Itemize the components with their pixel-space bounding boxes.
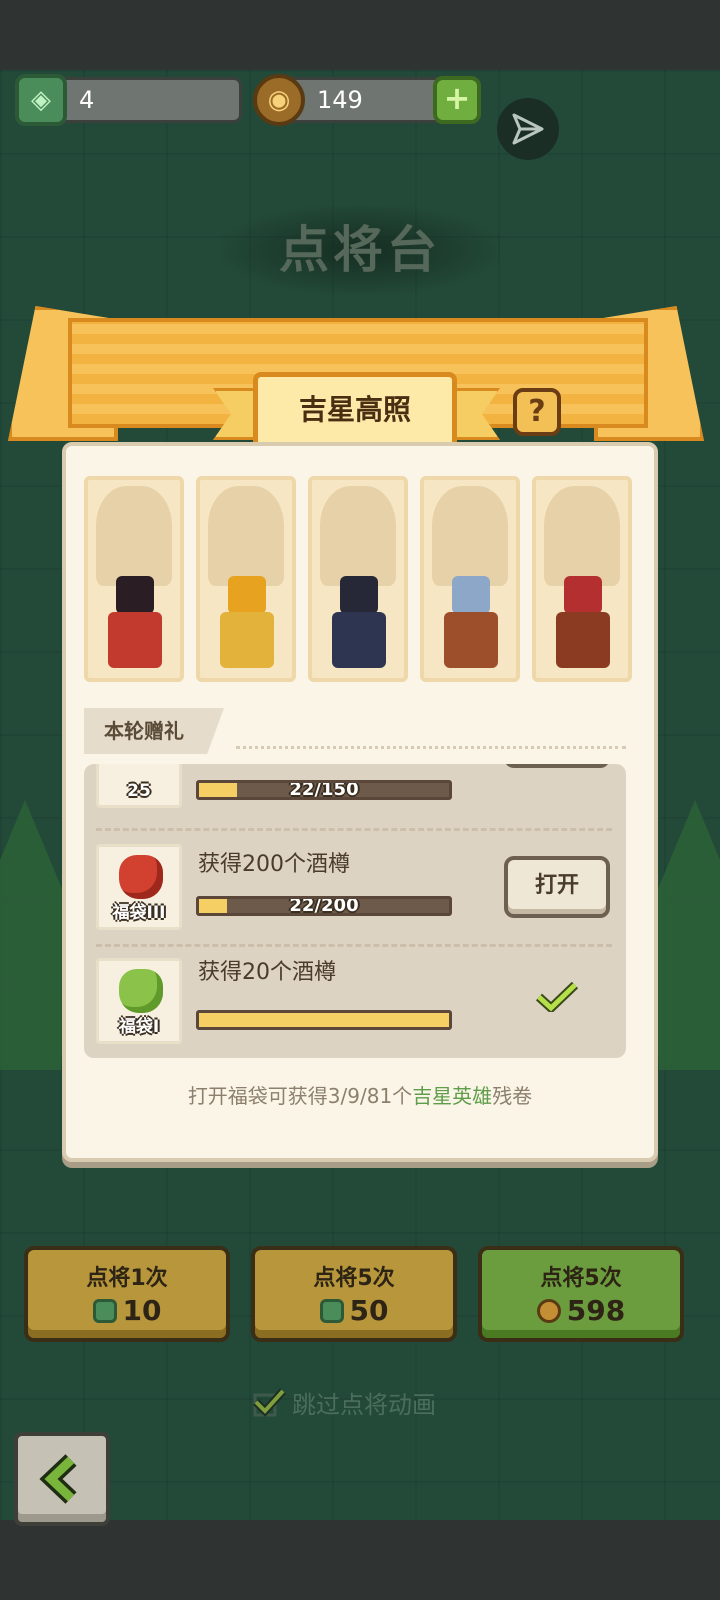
hero-sprite (214, 576, 280, 672)
hero-portrait (208, 486, 284, 586)
row-divider (96, 828, 612, 831)
hero-card-1[interactable] (84, 476, 184, 682)
hero-card-2[interactable] (196, 476, 296, 682)
gift-list[interactable]: 25 22/150 领取 福袋III 获得200个酒樽 22/200 打开 (84, 764, 626, 1058)
back-arrow-icon (39, 1454, 77, 1504)
hint-prefix: 打开福袋可获得3/9/81个 (187, 1084, 413, 1108)
hero-sprite (550, 576, 616, 672)
draw-5-coin-button[interactable]: 点将5次 598 (478, 1246, 684, 1342)
hero-sprite (102, 576, 168, 672)
draw-cost: 598 (482, 1294, 680, 1327)
green-lucky-bag-icon (119, 969, 163, 1013)
claim-button[interactable]: 领取 (504, 764, 610, 768)
cost-value: 50 (349, 1294, 389, 1327)
row-title: 获得20个酒樽 (198, 960, 336, 985)
jade-icon: ◈ (15, 74, 67, 126)
draw-label: 点将1次 (86, 1266, 168, 1291)
hero-body (108, 612, 162, 668)
progress-bar: 22/150 (196, 780, 452, 800)
hero-portrait (320, 486, 396, 586)
hero-portrait (432, 486, 508, 586)
reward-count: 25 (127, 781, 151, 801)
gift-tab: 本轮赠礼 (84, 708, 224, 754)
red-lucky-bag-icon (119, 855, 163, 899)
hint-highlight: 吉星英雄 (412, 1084, 493, 1108)
coin-icon: ◉ (253, 74, 305, 126)
hero-head (340, 576, 378, 614)
add-coin-button[interactable]: + (433, 76, 481, 124)
hero-card-5[interactable] (532, 476, 632, 682)
checkbox-checked-icon (253, 1388, 286, 1417)
jade-icon (319, 1298, 344, 1323)
reward-hint: 打开福袋可获得3/9/81个吉星英雄残卷 (66, 1080, 654, 1109)
hero-body (444, 612, 498, 668)
skip-label: 跳过点将动画 (292, 1390, 436, 1419)
hero-cards (84, 476, 644, 686)
progress-text: 22/150 (289, 780, 359, 800)
jade-currency: ◈ 4 (15, 74, 242, 126)
hero-head (228, 576, 266, 614)
jade-count: 4 (79, 86, 95, 114)
coin-count: 149 (317, 86, 363, 114)
hint-suffix: 残卷 (492, 1084, 533, 1108)
hero-head (452, 576, 490, 614)
page-title: 点将台 (220, 205, 500, 295)
divider (236, 746, 626, 749)
draw-cost: 10 (28, 1294, 226, 1327)
check-icon (536, 982, 578, 1012)
bottom-wall (0, 1520, 720, 1600)
help-button[interactable]: ? (513, 388, 561, 436)
draw-cost: 50 (255, 1294, 453, 1327)
gift-row: 福袋III 获得200个酒樽 22/200 打开 (84, 834, 626, 944)
progress-bar: 22/200 (196, 896, 452, 916)
draw-1-button[interactable]: 点将1次 10 (24, 1246, 230, 1342)
paper-plane-icon (512, 113, 544, 145)
draw-label: 点将5次 (313, 1266, 395, 1291)
hero-body (220, 612, 274, 668)
top-wall (0, 0, 720, 70)
pool-banner: 吉星高照 ? (8, 300, 704, 450)
coin-currency: ◉ 149 + (253, 74, 481, 126)
hero-sprite (438, 576, 504, 672)
coin-icon (536, 1298, 561, 1323)
hero-card-3[interactable] (308, 476, 408, 682)
skip-animation-toggle[interactable]: 跳过点将动画 (252, 1382, 436, 1422)
item-name: 福袋III (112, 903, 166, 923)
lucky-bag-item: 福袋I (96, 958, 182, 1044)
lucky-bag-item: 福袋III (96, 844, 182, 930)
item-name: 福袋I (118, 1017, 160, 1037)
hero-body (556, 612, 610, 668)
progress-fill (199, 1013, 449, 1027)
back-button[interactable] (14, 1432, 110, 1526)
hero-portrait (544, 486, 620, 586)
draw-5-jade-button[interactable]: 点将5次 50 (251, 1246, 457, 1342)
hero-card-4[interactable] (420, 476, 520, 682)
hero-sprite (326, 576, 392, 672)
progress-text: 22/200 (289, 896, 359, 916)
jade-reward: 25 (96, 764, 182, 808)
open-button[interactable]: 打开 (504, 856, 610, 918)
hero-head (116, 576, 154, 614)
pool-panel: 本轮赠礼 25 22/150 领取 福袋III 获得200个酒樽 (62, 442, 658, 1162)
row-divider (96, 944, 612, 947)
cost-value: 10 (122, 1294, 162, 1327)
cost-value: 598 (566, 1294, 626, 1327)
pool-name: 吉星高照 (253, 372, 457, 450)
progress-bar (196, 1010, 452, 1030)
gift-row: 福袋I 获得20个酒樽 (84, 950, 626, 1058)
hero-head (564, 576, 602, 614)
share-button[interactable] (497, 98, 559, 160)
hero-body (332, 612, 386, 668)
hero-portrait (96, 486, 172, 586)
gift-row: 25 22/150 领取 (84, 764, 626, 824)
jade-icon (92, 1298, 117, 1323)
draw-label: 点将5次 (540, 1266, 622, 1291)
row-title: 获得200个酒樽 (198, 852, 350, 877)
